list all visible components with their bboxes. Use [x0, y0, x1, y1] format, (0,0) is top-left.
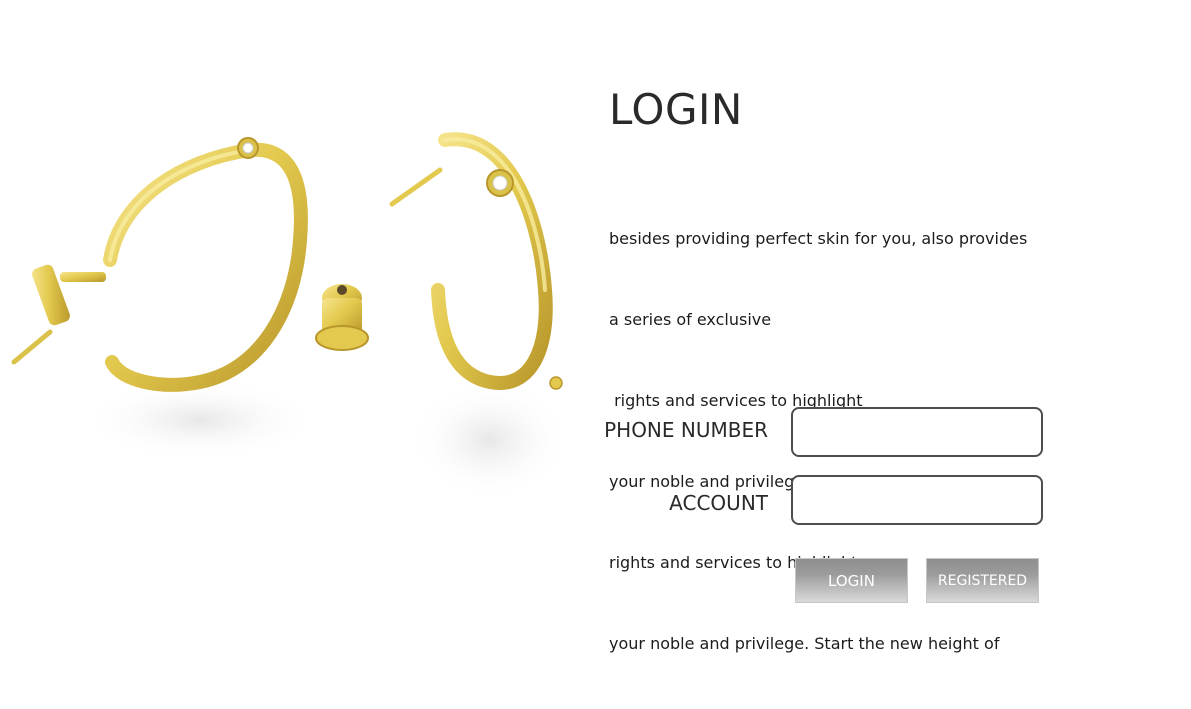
login-button[interactable]: LOGIN: [795, 558, 908, 603]
account-label: ACCOUNT: [669, 491, 768, 515]
description-line: a series of exclusive: [609, 310, 772, 329]
gold-hoop-earrings-icon: [11, 132, 570, 500]
register-button[interactable]: REGISTERED: [926, 558, 1039, 603]
description-line: your noble and privilege. Start the new …: [609, 634, 1000, 653]
phone-number-label: PHONE NUMBER: [604, 418, 768, 442]
earrings-hero-image: [0, 100, 600, 540]
phone-number-field[interactable]: [791, 407, 1043, 457]
account-field[interactable]: [791, 475, 1043, 525]
page-title: LOGIN: [609, 85, 743, 134]
description-line: besides providing perfect skin for you, …: [609, 229, 1028, 248]
